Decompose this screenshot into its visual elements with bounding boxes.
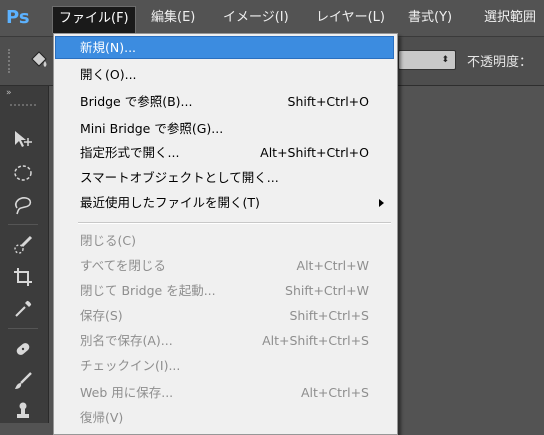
lasso-tool-icon[interactable]: [6, 190, 40, 220]
menu-item-label: チェックイン(I)...: [80, 358, 181, 373]
toolbox-separator: [8, 224, 38, 225]
menu-item-save[interactable]: 保存(S) Shift+Ctrl+S: [56, 305, 393, 326]
spot-healing-brush-tool-icon[interactable]: [6, 334, 40, 364]
menu-item-close-and-go-to-bridge[interactable]: 閉じて Bridge を起動... Shift+Ctrl+W: [56, 280, 393, 301]
toolbox-separator: [8, 328, 38, 329]
elliptical-marquee-tool-icon[interactable]: [6, 158, 40, 188]
menu-item-shortcut: Alt+Shift+Ctrl+S: [262, 333, 369, 348]
menu-item-browse-in-mini-bridge[interactable]: Mini Bridge で参照(G)...: [56, 118, 393, 139]
menu-item-label: Web 用に保存...: [80, 385, 174, 400]
submenu-arrow-icon: [379, 199, 384, 207]
brush-tool-icon[interactable]: [6, 366, 40, 396]
menu-item-shortcut: Shift+Ctrl+S: [289, 308, 369, 323]
menu-bar: Ps ファイル(F) 編集(E) イメージ(I) レイヤー(L) 書式(Y) 選…: [0, 0, 544, 37]
menu-item-revert[interactable]: 復帰(V): [56, 407, 393, 428]
menu-item-shortcut: Alt+Ctrl+S: [300, 385, 369, 400]
menu-select[interactable]: 選択範囲: [478, 6, 542, 30]
paint-bucket-icon[interactable]: [28, 49, 50, 71]
menu-item-label: Mini Bridge で参照(G)...: [80, 121, 224, 136]
menu-item-open[interactable]: 開く(O)...: [56, 64, 393, 85]
menu-item-save-as[interactable]: 別名で保存(A)... Alt+Shift+Ctrl+S: [56, 330, 393, 351]
menu-item-label: すべてを閉じる: [80, 258, 166, 273]
opacity-label: 不透明度：: [467, 55, 533, 70]
menu-item-shortcut: Alt+Shift+Ctrl+O: [260, 145, 369, 160]
menu-item-open-recent[interactable]: 最近使用したファイルを開く(T): [56, 192, 393, 213]
menu-item-check-in[interactable]: チェックイン(I)...: [56, 355, 393, 376]
menu-item-shortcut: Shift+Ctrl+O: [287, 94, 369, 109]
menu-item-browse-in-bridge[interactable]: Bridge で参照(B)... Shift+Ctrl+O: [56, 91, 393, 112]
select-arrow-icon: ⬍: [441, 55, 449, 65]
menu-edit[interactable]: 編集(E): [145, 6, 201, 30]
menu-file[interactable]: ファイル(F): [52, 6, 136, 33]
menu-item-label: 最近使用したファイルを開く(T): [80, 195, 260, 210]
menu-item-save-for-web[interactable]: Web 用に保存... Alt+Ctrl+S: [56, 382, 393, 403]
menu-image[interactable]: イメージ(I): [217, 6, 295, 30]
quick-selection-tool-icon[interactable]: [6, 230, 40, 260]
menu-item-label: 閉じて Bridge を起動...: [80, 283, 216, 298]
eyedropper-tool-icon[interactable]: [6, 294, 40, 324]
menu-item-label: 別名で保存(A)...: [80, 333, 173, 348]
menu-item-shortcut: Alt+Ctrl+W: [296, 258, 369, 273]
menu-item-shortcut: Shift+Ctrl+W: [285, 283, 369, 298]
photoshop-logo: Ps: [6, 7, 30, 28]
menu-item-label: 新規(N)...: [80, 40, 137, 55]
menu-item-close[interactable]: 閉じる(C): [56, 230, 393, 251]
menu-item-close-all[interactable]: すべてを閉じる Alt+Ctrl+W: [56, 255, 393, 276]
clone-stamp-tool-icon[interactable]: [6, 396, 40, 426]
menu-type[interactable]: 書式(Y): [402, 6, 458, 30]
toolbox-grip[interactable]: [10, 104, 36, 108]
menu-item-label: 指定形式で開く...: [80, 145, 180, 160]
menu-item-label: 復帰(V): [80, 410, 124, 425]
menu-item-label: Bridge で参照(B)...: [80, 94, 193, 109]
menu-item-label: 開く(O)...: [80, 67, 137, 82]
mode-select[interactable]: ⬍: [398, 50, 456, 70]
toolbox: »: [0, 86, 49, 423]
menu-separator: [78, 222, 391, 224]
menu-layer[interactable]: レイヤー(L): [310, 6, 391, 30]
move-tool-icon[interactable]: [6, 124, 40, 154]
menu-item-label: 閉じる(C): [80, 233, 136, 248]
options-bar-grip[interactable]: [8, 49, 12, 73]
collapse-icon[interactable]: »: [6, 88, 12, 98]
menu-item-open-as[interactable]: 指定形式で開く... Alt+Shift+Ctrl+O: [56, 142, 393, 163]
menu-item-open-as-smart-object[interactable]: スマートオブジェクトとして開く...: [56, 167, 393, 188]
crop-tool-icon[interactable]: [6, 262, 40, 292]
menu-item-label: 保存(S): [80, 308, 123, 323]
menu-item-label: スマートオブジェクトとして開く...: [80, 170, 279, 185]
file-menu-dropdown: 新規(N)... 開く(O)... Bridge で参照(B)... Shift…: [53, 33, 398, 435]
menu-item-new[interactable]: 新規(N)...: [55, 36, 394, 59]
